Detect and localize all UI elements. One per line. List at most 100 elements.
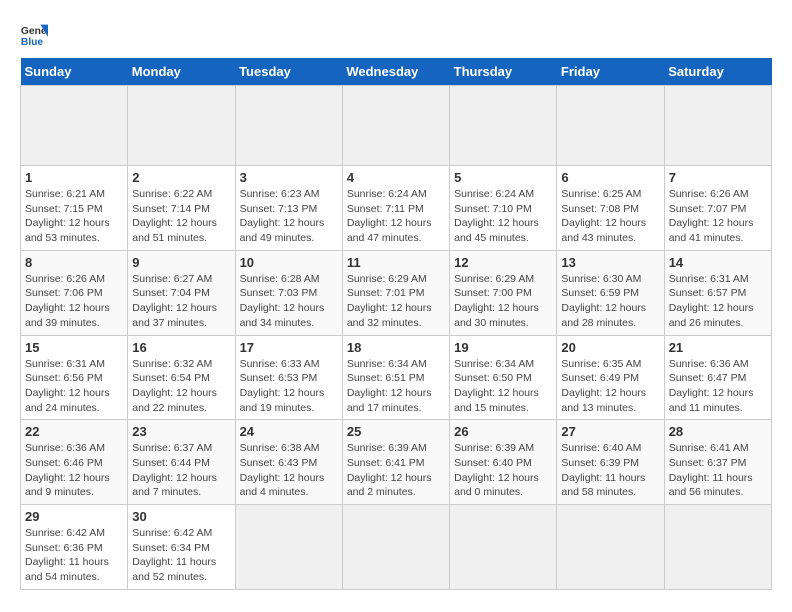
day-detail: Sunrise: 6:24 AM Sunset: 7:11 PM Dayligh…	[347, 187, 445, 246]
day-number: 26	[454, 424, 552, 439]
day-number: 21	[669, 340, 767, 355]
day-detail: Sunrise: 6:25 AM Sunset: 7:08 PM Dayligh…	[561, 187, 659, 246]
day-detail: Sunrise: 6:27 AM Sunset: 7:04 PM Dayligh…	[132, 272, 230, 331]
calendar-cell: 4 Sunrise: 6:24 AM Sunset: 7:11 PM Daylig…	[342, 166, 449, 251]
day-number: 30	[132, 509, 230, 524]
day-number: 25	[347, 424, 445, 439]
calendar-body: 1 Sunrise: 6:21 AM Sunset: 7:15 PM Daylig…	[21, 86, 772, 590]
calendar-cell: 9 Sunrise: 6:27 AM Sunset: 7:04 PM Daylig…	[128, 250, 235, 335]
logo: General Blue	[20, 20, 50, 48]
day-detail: Sunrise: 6:26 AM Sunset: 7:07 PM Dayligh…	[669, 187, 767, 246]
day-detail: Sunrise: 6:35 AM Sunset: 6:49 PM Dayligh…	[561, 357, 659, 416]
day-detail: Sunrise: 6:36 AM Sunset: 6:46 PM Dayligh…	[25, 441, 123, 500]
day-number: 27	[561, 424, 659, 439]
calendar-cell	[235, 86, 342, 166]
day-number: 22	[25, 424, 123, 439]
header-cell-monday: Monday	[128, 58, 235, 86]
calendar-cell: 12 Sunrise: 6:29 AM Sunset: 7:00 PM Dayli…	[450, 250, 557, 335]
calendar-cell: 30 Sunrise: 6:42 AM Sunset: 6:34 PM Dayli…	[128, 505, 235, 590]
calendar-week-0	[21, 86, 772, 166]
calendar-cell: 16 Sunrise: 6:32 AM Sunset: 6:54 PM Dayli…	[128, 335, 235, 420]
calendar-cell: 7Sunrise: 6:26 AM Sunset: 7:07 PM Daylig…	[664, 166, 771, 251]
logo-icon: General Blue	[20, 20, 48, 48]
day-detail: Sunrise: 6:34 AM Sunset: 6:51 PM Dayligh…	[347, 357, 445, 416]
day-detail: Sunrise: 6:34 AM Sunset: 6:50 PM Dayligh…	[454, 357, 552, 416]
calendar-cell	[664, 86, 771, 166]
calendar-cell: 24Sunrise: 6:38 AM Sunset: 6:43 PM Dayli…	[235, 420, 342, 505]
calendar-cell	[450, 86, 557, 166]
day-detail: Sunrise: 6:32 AM Sunset: 6:54 PM Dayligh…	[132, 357, 230, 416]
day-number: 8	[25, 255, 123, 270]
day-number: 12	[454, 255, 552, 270]
day-number: 16	[132, 340, 230, 355]
calendar-cell: 14Sunrise: 6:31 AM Sunset: 6:57 PM Dayli…	[664, 250, 771, 335]
day-number: 28	[669, 424, 767, 439]
day-detail: Sunrise: 6:41 AM Sunset: 6:37 PM Dayligh…	[669, 441, 767, 500]
header-cell-saturday: Saturday	[664, 58, 771, 86]
day-number: 23	[132, 424, 230, 439]
day-detail: Sunrise: 6:42 AM Sunset: 6:34 PM Dayligh…	[132, 526, 230, 585]
day-number: 24	[240, 424, 338, 439]
calendar-cell: 29 Sunrise: 6:42 AM Sunset: 6:36 PM Dayli…	[21, 505, 128, 590]
calendar-week-4: 22 Sunrise: 6:36 AM Sunset: 6:46 PM Dayli…	[21, 420, 772, 505]
header-cell-tuesday: Tuesday	[235, 58, 342, 86]
calendar-cell: 3Sunrise: 6:23 AM Sunset: 7:13 PM Daylig…	[235, 166, 342, 251]
header-cell-thursday: Thursday	[450, 58, 557, 86]
calendar-cell: 5Sunrise: 6:24 AM Sunset: 7:10 PM Daylig…	[450, 166, 557, 251]
day-detail: Sunrise: 6:28 AM Sunset: 7:03 PM Dayligh…	[240, 272, 338, 331]
calendar-cell: 27 Sunrise: 6:40 AM Sunset: 6:39 PM Dayli…	[557, 420, 664, 505]
calendar-week-3: 15Sunrise: 6:31 AM Sunset: 6:56 PM Dayli…	[21, 335, 772, 420]
calendar-cell: 2 Sunrise: 6:22 AM Sunset: 7:14 PM Daylig…	[128, 166, 235, 251]
calendar-cell: 23 Sunrise: 6:37 AM Sunset: 6:44 PM Dayli…	[128, 420, 235, 505]
day-detail: Sunrise: 6:24 AM Sunset: 7:10 PM Dayligh…	[454, 187, 552, 246]
day-number: 17	[240, 340, 338, 355]
calendar-header: SundayMondayTuesdayWednesdayThursdayFrid…	[21, 58, 772, 86]
calendar-cell: 15Sunrise: 6:31 AM Sunset: 6:56 PM Dayli…	[21, 335, 128, 420]
day-number: 10	[240, 255, 338, 270]
calendar-cell: 13Sunrise: 6:30 AM Sunset: 6:59 PM Dayli…	[557, 250, 664, 335]
calendar-cell: 6 Sunrise: 6:25 AM Sunset: 7:08 PM Daylig…	[557, 166, 664, 251]
day-number: 11	[347, 255, 445, 270]
day-number: 6	[561, 170, 659, 185]
header-cell-sunday: Sunday	[21, 58, 128, 86]
day-number: 4	[347, 170, 445, 185]
day-detail: Sunrise: 6:37 AM Sunset: 6:44 PM Dayligh…	[132, 441, 230, 500]
day-number: 9	[132, 255, 230, 270]
svg-text:Blue: Blue	[21, 37, 44, 48]
day-number: 2	[132, 170, 230, 185]
day-detail: Sunrise: 6:23 AM Sunset: 7:13 PM Dayligh…	[240, 187, 338, 246]
calendar-cell: 17 Sunrise: 6:33 AM Sunset: 6:53 PM Dayli…	[235, 335, 342, 420]
day-number: 19	[454, 340, 552, 355]
calendar-week-1: 1 Sunrise: 6:21 AM Sunset: 7:15 PM Daylig…	[21, 166, 772, 251]
calendar-cell: 8 Sunrise: 6:26 AM Sunset: 7:06 PM Daylig…	[21, 250, 128, 335]
day-number: 1	[25, 170, 123, 185]
calendar-cell	[235, 505, 342, 590]
day-detail: Sunrise: 6:26 AM Sunset: 7:06 PM Dayligh…	[25, 272, 123, 331]
day-number: 18	[347, 340, 445, 355]
day-detail: Sunrise: 6:39 AM Sunset: 6:40 PM Dayligh…	[454, 441, 552, 500]
header-row: SundayMondayTuesdayWednesdayThursdayFrid…	[21, 58, 772, 86]
day-detail: Sunrise: 6:29 AM Sunset: 7:00 PM Dayligh…	[454, 272, 552, 331]
day-detail: Sunrise: 6:39 AM Sunset: 6:41 PM Dayligh…	[347, 441, 445, 500]
day-detail: Sunrise: 6:33 AM Sunset: 6:53 PM Dayligh…	[240, 357, 338, 416]
day-number: 14	[669, 255, 767, 270]
calendar-cell: 28 Sunrise: 6:41 AM Sunset: 6:37 PM Dayli…	[664, 420, 771, 505]
day-detail: Sunrise: 6:36 AM Sunset: 6:47 PM Dayligh…	[669, 357, 767, 416]
day-detail: Sunrise: 6:31 AM Sunset: 6:56 PM Dayligh…	[25, 357, 123, 416]
calendar-cell: 10 Sunrise: 6:28 AM Sunset: 7:03 PM Dayli…	[235, 250, 342, 335]
calendar-cell: 21 Sunrise: 6:36 AM Sunset: 6:47 PM Dayli…	[664, 335, 771, 420]
calendar-cell: 18 Sunrise: 6:34 AM Sunset: 6:51 PM Dayli…	[342, 335, 449, 420]
calendar-cell: 11Sunrise: 6:29 AM Sunset: 7:01 PM Dayli…	[342, 250, 449, 335]
day-detail: Sunrise: 6:21 AM Sunset: 7:15 PM Dayligh…	[25, 187, 123, 246]
calendar-cell	[342, 86, 449, 166]
header: General Blue	[20, 20, 772, 48]
day-detail: Sunrise: 6:40 AM Sunset: 6:39 PM Dayligh…	[561, 441, 659, 500]
calendar-cell: 19 Sunrise: 6:34 AM Sunset: 6:50 PM Dayli…	[450, 335, 557, 420]
calendar-table: SundayMondayTuesdayWednesdayThursdayFrid…	[20, 58, 772, 590]
day-detail: Sunrise: 6:22 AM Sunset: 7:14 PM Dayligh…	[132, 187, 230, 246]
day-number: 29	[25, 509, 123, 524]
calendar-cell	[557, 86, 664, 166]
calendar-cell	[128, 86, 235, 166]
calendar-cell: 22 Sunrise: 6:36 AM Sunset: 6:46 PM Dayli…	[21, 420, 128, 505]
day-detail: Sunrise: 6:42 AM Sunset: 6:36 PM Dayligh…	[25, 526, 123, 585]
